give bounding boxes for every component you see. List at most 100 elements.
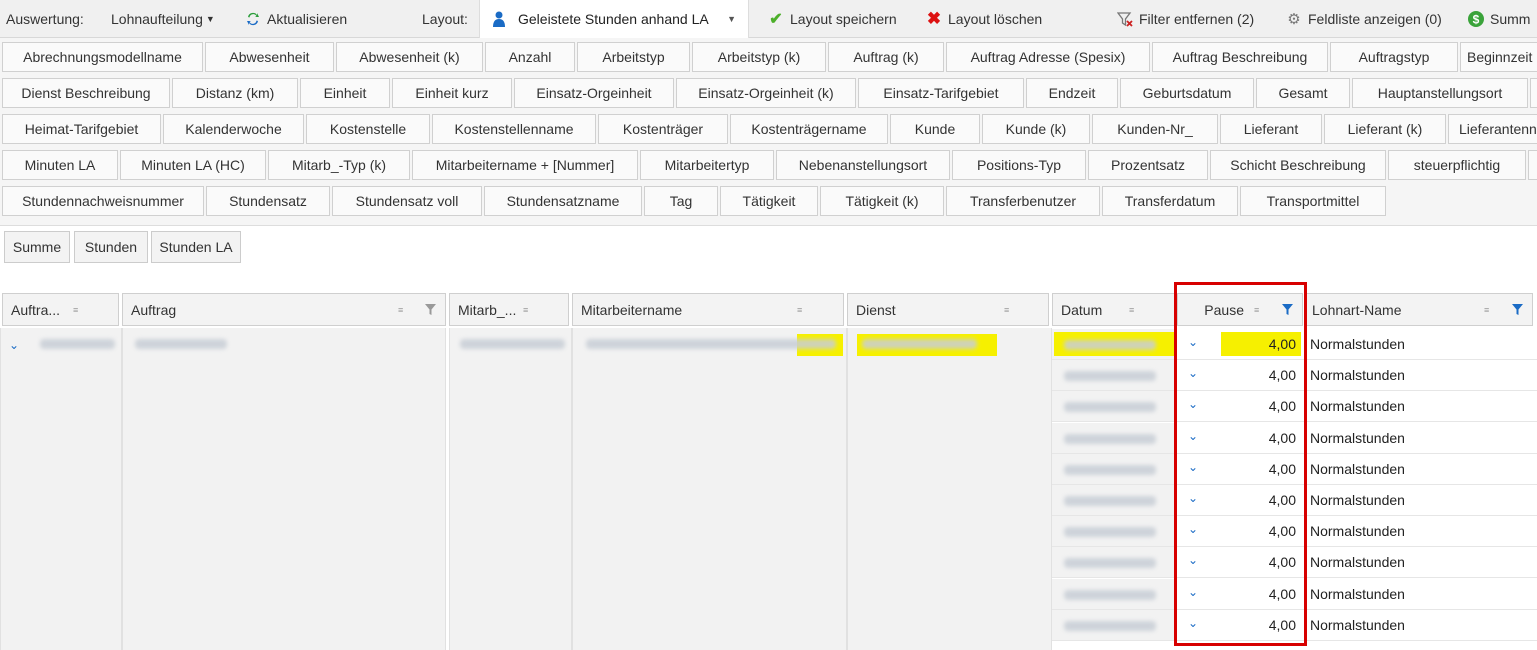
lohnart-cell[interactable]: Normalstunden [1305,360,1537,391]
field-button[interactable]: Prozentsatz [1088,150,1208,180]
datum-cell[interactable] [1052,516,1176,547]
field-button[interactable]: Auftragstyp [1330,42,1458,72]
field-button[interactable]: Lieferant [1220,114,1322,144]
field-button[interactable]: Auftrag (k) [828,42,944,72]
chevron-down-icon[interactable]: ⌄ [9,338,19,352]
field-button[interactable]: Distanz (km) [172,78,298,108]
field-button[interactable]: Abrechnungsmodellname [2,42,203,72]
datum-cell[interactable] [1052,423,1176,454]
field-button[interactable]: Schicht Beschreibung [1210,150,1386,180]
field-button[interactable]: Positions-Typ [952,150,1086,180]
layout-select[interactable]: Geleistete Stunden anhand LA ▼ [479,0,749,38]
lohnart-cell[interactable]: Normalstunden [1305,579,1537,610]
field-button[interactable]: Kalenderwoche [163,114,304,144]
datum-cell[interactable] [1052,547,1176,578]
column-header-mitarbeitername[interactable]: Mitarbeitername ≡ [572,293,844,326]
lohnart-cell[interactable]: Normalstunden [1305,610,1537,641]
filter-active-icon[interactable] [1512,303,1523,319]
report-dropdown[interactable]: Lohnaufteilung ▼ [111,0,215,38]
field-button[interactable]: Beginnzeit [1460,42,1537,72]
header-label: Auftrag [131,301,177,318]
field-button[interactable]: Anzahl [485,42,575,72]
field-button[interactable]: Dienst Beschreibung [2,78,170,108]
lohnart-cell[interactable]: Normalstunden [1305,329,1537,360]
field-button[interactable]: Tag [644,186,718,216]
lohnart-cell[interactable]: Normalstunden [1305,485,1537,516]
column-header-auftrag-nr[interactable]: Auftra... ≡ [2,293,119,326]
summary-button[interactable]: $ Summ [1468,0,1530,38]
column-header-mitarb-nr[interactable]: Mitarb_... ≡ [449,293,569,326]
field-button[interactable]: Einsatz-Orgeinheit [514,78,674,108]
field-button[interactable]: Kunden-Nr_ [1092,114,1218,144]
field-button[interactable]: Einheit [300,78,390,108]
field-button[interactable]: Auftrag Beschreibung [1152,42,1328,72]
datum-cell[interactable] [1052,360,1176,391]
field-button[interactable]: Minuten LA (HC) [120,150,266,180]
field-button[interactable]: Hauptanstellungsort [1352,78,1528,108]
redacted-datum [1064,434,1156,444]
field-button[interactable]: Mitarb_-Typ (k) [268,150,410,180]
column-header-lohnart[interactable]: Lohnart-Name ≡ [1305,293,1533,326]
field-button[interactable]: Minuten LA [2,150,118,180]
lohnart-value: Normalstunden [1310,367,1405,383]
column-header-datum[interactable]: Datum ≡ [1052,293,1175,326]
field-button[interactable]: Transportmittel [1240,186,1386,216]
field-button[interactable]: Heimat-Tarifgebiet [2,114,161,144]
field-button[interactable]: Arbeitstyp [577,42,690,72]
field-button[interactable]: Abwesenheit (k) [336,42,483,72]
datum-cell[interactable] [1052,610,1176,641]
datum-cell[interactable] [1052,329,1176,360]
datum-cell[interactable] [1052,391,1176,422]
field-button-partial[interactable] [1528,150,1537,180]
field-button[interactable]: Endzeit [1026,78,1118,108]
field-button[interactable]: Stundensatz [206,186,330,216]
refresh-button[interactable]: Aktualisieren [245,0,347,38]
field-button[interactable]: Kunde [890,114,980,144]
datum-cell[interactable] [1052,579,1176,610]
datum-cell[interactable] [1052,454,1176,485]
filter-icon[interactable] [425,303,436,319]
save-layout-button[interactable]: ✔ Layout speichern [768,0,896,38]
datum-cell[interactable] [1052,485,1176,516]
field-button[interactable]: Kunde (k) [982,114,1090,144]
data-field-stunden[interactable]: Stunden [74,231,148,263]
field-button[interactable]: Nebenanstellungsort [776,150,950,180]
field-button[interactable]: Kostenträgername [730,114,888,144]
field-button[interactable]: Tätigkeit (k) [820,186,944,216]
field-button[interactable]: Tätigkeit [720,186,818,216]
field-button[interactable]: Stundennachweisnummer [2,186,204,216]
lohnart-cell[interactable]: Normalstunden [1305,391,1537,422]
field-button[interactable]: Kostenstellenname [432,114,596,144]
field-button[interactable]: Geburtsdatum [1120,78,1254,108]
column-header-dienst[interactable]: Dienst ≡ [847,293,1049,326]
field-button[interactable]: Lieferantenn [1448,114,1537,144]
lohnart-cell[interactable]: Normalstunden [1305,454,1537,485]
field-button[interactable]: Mitarbeitertyp [640,150,774,180]
field-button[interactable]: Stundensatzname [484,186,642,216]
data-field-summe[interactable]: Summe [4,231,70,263]
data-field-stunden-la[interactable]: Stunden LA [151,231,241,263]
field-button[interactable]: Kostenstelle [306,114,430,144]
lohnart-cell[interactable]: Normalstunden [1305,547,1537,578]
field-button[interactable]: Mitarbeitername + [Nummer] [412,150,638,180]
field-button[interactable]: steuerpflichtig [1388,150,1526,180]
lohnart-cell[interactable]: Normalstunden [1305,423,1537,454]
field-button[interactable]: Transferdatum [1102,186,1238,216]
field-button[interactable]: Einsatz-Tarifgebiet [858,78,1024,108]
field-button[interactable]: Abwesenheit [205,42,334,72]
field-button[interactable]: Stundensatz voll [332,186,482,216]
field-button[interactable]: Einsatz-Orgeinheit (k) [676,78,856,108]
column-header-auftrag[interactable]: Auftrag ≡ [122,293,446,326]
field-button-partial[interactable] [1530,78,1537,108]
field-button[interactable]: Lieferant (k) [1324,114,1446,144]
delete-layout-button[interactable]: ✖ Layout löschen [926,0,1042,38]
field-button[interactable]: Kostenträger [598,114,728,144]
field-button[interactable]: Einheit kurz [392,78,512,108]
field-button[interactable]: Transferbenutzer [946,186,1100,216]
field-button[interactable]: Gesamt [1256,78,1350,108]
field-button[interactable]: Auftrag Adresse (Spesix) [946,42,1150,72]
field-list-button[interactable]: ⚙ Feldliste anzeigen (0) [1286,0,1442,38]
lohnart-cell[interactable]: Normalstunden [1305,516,1537,547]
remove-filter-button[interactable]: Filter entfernen (2) [1117,0,1254,38]
field-button[interactable]: Arbeitstyp (k) [692,42,826,72]
